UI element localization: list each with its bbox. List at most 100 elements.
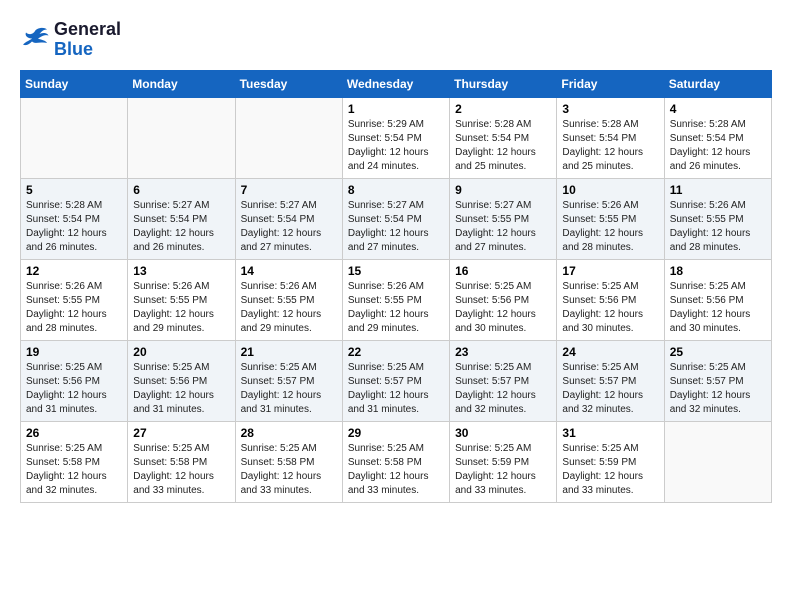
weekday-header-saturday: Saturday [664, 70, 771, 97]
day-number: 4 [670, 102, 766, 116]
day-info: Sunrise: 5:28 AM Sunset: 5:54 PM Dayligh… [455, 118, 551, 174]
day-info: Sunrise: 5:25 AM Sunset: 5:58 PM Dayligh… [133, 442, 229, 498]
calendar-cell: 26 Sunrise: 5:25 AM Sunset: 5:58 PM Dayli… [21, 421, 128, 502]
day-info: Sunrise: 5:25 AM Sunset: 5:56 PM Dayligh… [670, 280, 766, 336]
day-number: 7 [241, 183, 337, 197]
day-number: 5 [26, 183, 122, 197]
day-number: 21 [241, 345, 337, 359]
calendar-cell: 15 Sunrise: 5:26 AM Sunset: 5:55 PM Dayli… [342, 259, 449, 340]
day-number: 3 [562, 102, 658, 116]
day-info: Sunrise: 5:25 AM Sunset: 5:57 PM Dayligh… [562, 361, 658, 417]
day-number: 17 [562, 264, 658, 278]
day-number: 23 [455, 345, 551, 359]
day-number: 2 [455, 102, 551, 116]
day-info: Sunrise: 5:25 AM Sunset: 5:59 PM Dayligh… [455, 442, 551, 498]
calendar-cell: 29 Sunrise: 5:25 AM Sunset: 5:58 PM Dayli… [342, 421, 449, 502]
day-info: Sunrise: 5:26 AM Sunset: 5:55 PM Dayligh… [26, 280, 122, 336]
calendar-cell: 19Sunrise: 5:25 AM Sunset: 5:56 PM Dayli… [21, 340, 128, 421]
day-info: Sunrise: 5:26 AM Sunset: 5:55 PM Dayligh… [348, 280, 444, 336]
day-number: 30 [455, 426, 551, 440]
day-info: Sunrise: 5:25 AM Sunset: 5:57 PM Dayligh… [455, 361, 551, 417]
calendar-cell [128, 97, 235, 178]
day-number: 11 [670, 183, 766, 197]
day-number: 26 [26, 426, 122, 440]
weekday-header-thursday: Thursday [450, 70, 557, 97]
calendar-cell [235, 97, 342, 178]
calendar-cell: 27 Sunrise: 5:25 AM Sunset: 5:58 PM Dayli… [128, 421, 235, 502]
calendar-cell: 10 Sunrise: 5:26 AM Sunset: 5:55 PM Dayli… [557, 178, 664, 259]
day-info: Sunrise: 5:25 AM Sunset: 5:58 PM Dayligh… [348, 442, 444, 498]
day-number: 27 [133, 426, 229, 440]
calendar-cell [664, 421, 771, 502]
day-info: Sunrise: 5:26 AM Sunset: 5:55 PM Dayligh… [562, 199, 658, 255]
weekday-header-tuesday: Tuesday [235, 70, 342, 97]
day-info: Sunrise: 5:26 AM Sunset: 5:55 PM Dayligh… [133, 280, 229, 336]
page-header: GeneralBlue [20, 20, 772, 60]
calendar-week-row: 26 Sunrise: 5:25 AM Sunset: 5:58 PM Dayli… [21, 421, 772, 502]
day-info: Sunrise: 5:28 AM Sunset: 5:54 PM Dayligh… [562, 118, 658, 174]
calendar-cell: 5 Sunrise: 5:28 AM Sunset: 5:54 PM Daylig… [21, 178, 128, 259]
logo: GeneralBlue [20, 20, 121, 60]
calendar-cell: 31Sunrise: 5:25 AM Sunset: 5:59 PM Dayli… [557, 421, 664, 502]
calendar-cell: 25 Sunrise: 5:25 AM Sunset: 5:57 PM Dayli… [664, 340, 771, 421]
calendar-cell: 13 Sunrise: 5:26 AM Sunset: 5:55 PM Dayli… [128, 259, 235, 340]
calendar-cell: 6Sunrise: 5:27 AM Sunset: 5:54 PM Daylig… [128, 178, 235, 259]
calendar-week-row: 1Sunrise: 5:29 AM Sunset: 5:54 PM Daylig… [21, 97, 772, 178]
day-number: 31 [562, 426, 658, 440]
calendar-cell: 30 Sunrise: 5:25 AM Sunset: 5:59 PM Dayli… [450, 421, 557, 502]
calendar-cell: 20 Sunrise: 5:25 AM Sunset: 5:56 PM Dayli… [128, 340, 235, 421]
day-info: Sunrise: 5:26 AM Sunset: 5:55 PM Dayligh… [241, 280, 337, 336]
day-number: 15 [348, 264, 444, 278]
day-info: Sunrise: 5:27 AM Sunset: 5:54 PM Dayligh… [348, 199, 444, 255]
calendar-cell: 12 Sunrise: 5:26 AM Sunset: 5:55 PM Dayli… [21, 259, 128, 340]
calendar-cell: 11Sunrise: 5:26 AM Sunset: 5:55 PM Dayli… [664, 178, 771, 259]
day-info: Sunrise: 5:25 AM Sunset: 5:57 PM Dayligh… [241, 361, 337, 417]
weekday-header-wednesday: Wednesday [342, 70, 449, 97]
calendar-cell: 18Sunrise: 5:25 AM Sunset: 5:56 PM Dayli… [664, 259, 771, 340]
calendar-cell: 28Sunrise: 5:25 AM Sunset: 5:58 PM Dayli… [235, 421, 342, 502]
day-number: 14 [241, 264, 337, 278]
calendar-week-row: 19Sunrise: 5:25 AM Sunset: 5:56 PM Dayli… [21, 340, 772, 421]
day-number: 20 [133, 345, 229, 359]
day-info: Sunrise: 5:25 AM Sunset: 5:56 PM Dayligh… [26, 361, 122, 417]
calendar-cell: 4Sunrise: 5:28 AM Sunset: 5:54 PM Daylig… [664, 97, 771, 178]
day-number: 29 [348, 426, 444, 440]
day-number: 6 [133, 183, 229, 197]
calendar-cell: 8 Sunrise: 5:27 AM Sunset: 5:54 PM Daylig… [342, 178, 449, 259]
day-info: Sunrise: 5:27 AM Sunset: 5:55 PM Dayligh… [455, 199, 551, 255]
day-number: 22 [348, 345, 444, 359]
calendar-cell: 3 Sunrise: 5:28 AM Sunset: 5:54 PM Daylig… [557, 97, 664, 178]
day-number: 9 [455, 183, 551, 197]
calendar-cell: 14 Sunrise: 5:26 AM Sunset: 5:55 PM Dayli… [235, 259, 342, 340]
day-info: Sunrise: 5:28 AM Sunset: 5:54 PM Dayligh… [26, 199, 122, 255]
day-info: Sunrise: 5:25 AM Sunset: 5:56 PM Dayligh… [455, 280, 551, 336]
day-info: Sunrise: 5:25 AM Sunset: 5:58 PM Dayligh… [26, 442, 122, 498]
calendar-week-row: 5 Sunrise: 5:28 AM Sunset: 5:54 PM Daylig… [21, 178, 772, 259]
day-number: 1 [348, 102, 444, 116]
weekday-header-friday: Friday [557, 70, 664, 97]
calendar-cell: 24 Sunrise: 5:25 AM Sunset: 5:57 PM Dayli… [557, 340, 664, 421]
calendar-cell: 16Sunrise: 5:25 AM Sunset: 5:56 PM Dayli… [450, 259, 557, 340]
logo-icon [20, 25, 50, 55]
day-number: 8 [348, 183, 444, 197]
day-number: 12 [26, 264, 122, 278]
calendar-cell: 22Sunrise: 5:25 AM Sunset: 5:57 PM Dayli… [342, 340, 449, 421]
day-info: Sunrise: 5:25 AM Sunset: 5:56 PM Dayligh… [133, 361, 229, 417]
day-number: 24 [562, 345, 658, 359]
calendar-cell: 7 Sunrise: 5:27 AM Sunset: 5:54 PM Daylig… [235, 178, 342, 259]
calendar-cell: 1Sunrise: 5:29 AM Sunset: 5:54 PM Daylig… [342, 97, 449, 178]
weekday-header-sunday: Sunday [21, 70, 128, 97]
weekday-header-monday: Monday [128, 70, 235, 97]
logo-text-line1: GeneralBlue [54, 20, 121, 60]
day-number: 13 [133, 264, 229, 278]
calendar-cell [21, 97, 128, 178]
calendar-cell: 2 Sunrise: 5:28 AM Sunset: 5:54 PM Daylig… [450, 97, 557, 178]
day-info: Sunrise: 5:25 AM Sunset: 5:56 PM Dayligh… [562, 280, 658, 336]
day-info: Sunrise: 5:27 AM Sunset: 5:54 PM Dayligh… [241, 199, 337, 255]
day-number: 10 [562, 183, 658, 197]
day-info: Sunrise: 5:25 AM Sunset: 5:57 PM Dayligh… [670, 361, 766, 417]
calendar-cell: 17 Sunrise: 5:25 AM Sunset: 5:56 PM Dayli… [557, 259, 664, 340]
day-info: Sunrise: 5:25 AM Sunset: 5:58 PM Dayligh… [241, 442, 337, 498]
calendar-table: SundayMondayTuesdayWednesdayThursdayFrid… [20, 70, 772, 503]
day-number: 25 [670, 345, 766, 359]
